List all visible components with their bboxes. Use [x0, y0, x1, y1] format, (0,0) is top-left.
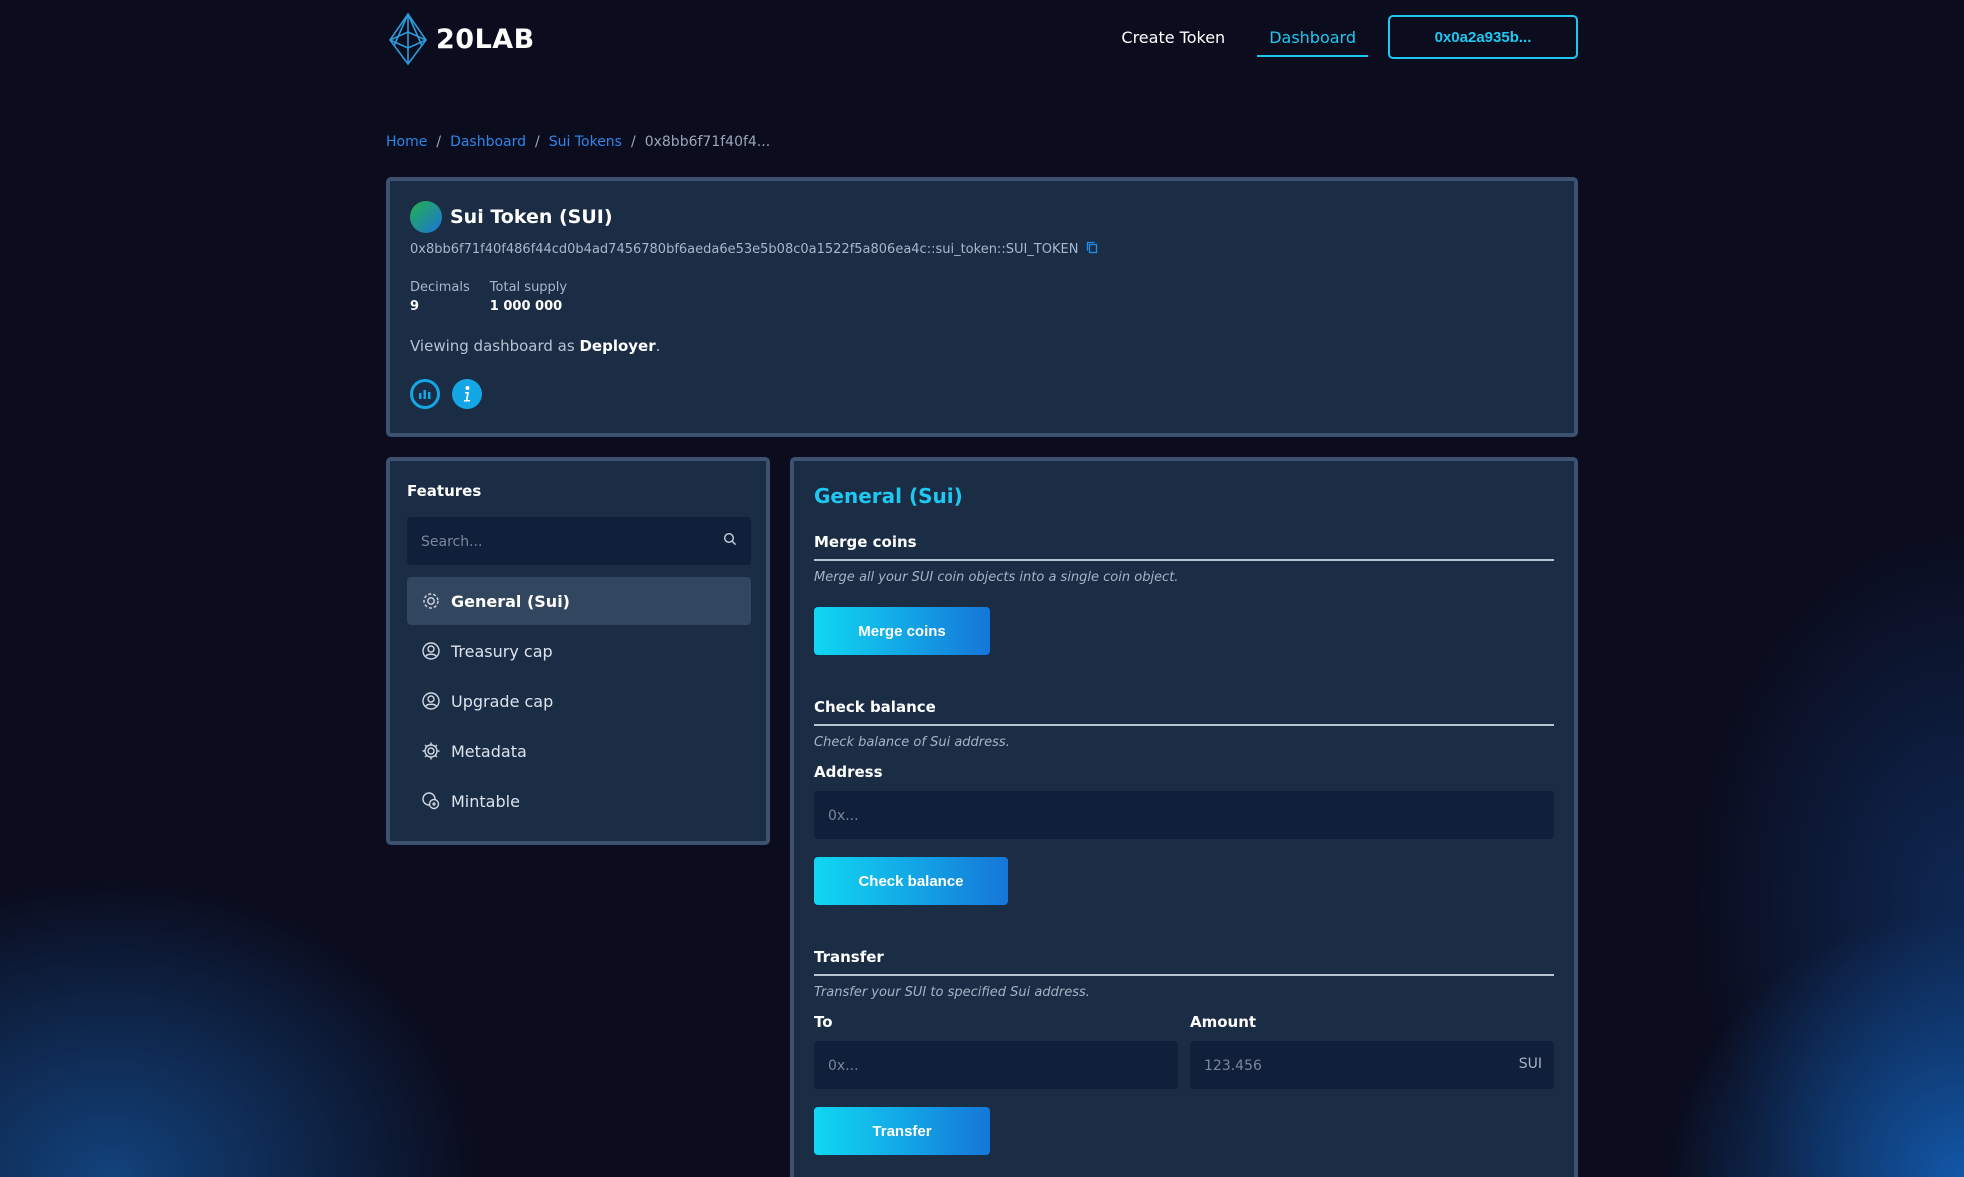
- viewing-suffix: .: [655, 337, 661, 355]
- brand-name: 20LAB: [436, 23, 535, 55]
- viewing-role-text: Viewing dashboard as Deployer.: [410, 337, 660, 355]
- token-address: 0x8bb6f71f40f486f44cd0b4ad7456780bf6aeda…: [410, 242, 1079, 257]
- decimals-stat: Decimals 9: [410, 280, 470, 314]
- page-container: 20LAB Create Token Dashboard 0x0a2a935b.…: [386, 0, 1578, 1177]
- transfer-description: Transfer your SUI to specified Sui addre…: [814, 985, 1090, 1000]
- token-action-icons: [410, 379, 482, 409]
- supply-value: 1 000 000: [489, 299, 563, 314]
- feature-label: Upgrade cap: [451, 691, 554, 711]
- search-icon[interactable]: [723, 532, 737, 546]
- address-field: [814, 791, 1554, 841]
- feature-item-metadata[interactable]: Metadata: [407, 727, 751, 775]
- copy-icon[interactable]: [1086, 241, 1099, 258]
- wallet-address-button[interactable]: 0x0a2a935b...: [1388, 15, 1578, 59]
- check-balance-heading: Check balance: [814, 698, 936, 716]
- token-address-row: 0x8bb6f71f40f486f44cd0b4ad7456780bf6aeda…: [410, 241, 1099, 258]
- gear-icon: [423, 593, 439, 609]
- features-title: Features: [407, 482, 482, 500]
- amount-field: SUI: [1190, 1041, 1554, 1091]
- viewing-prefix: Viewing dashboard as: [410, 337, 580, 355]
- to-field: [814, 1041, 1178, 1091]
- user-circle-icon: [422, 692, 440, 710]
- nav-create-token[interactable]: Create Token: [1109, 18, 1237, 57]
- transfer-heading: Transfer: [814, 948, 884, 966]
- user-circle-icon: [422, 642, 440, 660]
- amount-label: Amount: [1190, 1013, 1257, 1031]
- address-input[interactable]: [826, 791, 1546, 841]
- feature-item-general-sui[interactable]: General (Sui): [407, 577, 751, 625]
- merge-coins-description: Merge all your SUI coin objects into a s…: [814, 570, 1179, 585]
- decimals-label: Decimals: [410, 280, 470, 295]
- token-title: Sui Token (SUI): [450, 206, 613, 228]
- decimals-value: 9: [410, 299, 420, 314]
- amount-input[interactable]: [1202, 1041, 1496, 1091]
- main-nav: Create Token Dashboard 0x0a2a935b...: [1109, 15, 1578, 59]
- merge-coins-heading: Merge coins: [814, 533, 917, 551]
- section-divider: [814, 724, 1554, 726]
- to-address-input[interactable]: [826, 1041, 1170, 1091]
- info-icon[interactable]: [452, 379, 482, 409]
- diamond-logo-icon: [389, 12, 427, 66]
- amount-unit: SUI: [1518, 1056, 1542, 1072]
- feature-label: General (Sui): [451, 591, 570, 611]
- breadcrumb-sui-tokens[interactable]: Sui Tokens: [549, 134, 622, 150]
- panel-title: General (Sui): [814, 484, 963, 508]
- check-balance-button[interactable]: Check balance: [814, 857, 1008, 905]
- token-stats: Decimals 9 Total supply 1 000 000: [410, 280, 567, 314]
- supply-label: Total supply: [489, 280, 568, 295]
- feature-item-mintable[interactable]: Mintable: [407, 777, 751, 825]
- top-header: 20LAB Create Token Dashboard 0x0a2a935b.…: [386, 0, 1578, 78]
- chart-icon[interactable]: [410, 379, 440, 409]
- breadcrumb: Home / Dashboard / Sui Tokens / 0x8bb6f7…: [386, 134, 770, 150]
- gear-icon: [422, 742, 440, 760]
- breadcrumb-current: 0x8bb6f71f40f4...: [644, 134, 771, 150]
- transfer-button[interactable]: Transfer: [814, 1107, 990, 1155]
- search-input[interactable]: [419, 517, 713, 567]
- token-info-card: Sui Token (SUI) 0x8bb6f71f40f486f44cd0b4…: [386, 177, 1578, 437]
- feature-item-treasury-cap[interactable]: Treasury cap: [407, 627, 751, 675]
- features-list: General (Sui) Treasury cap Upgrade cap M…: [407, 577, 751, 827]
- viewer-role: Deployer: [579, 337, 656, 355]
- feature-item-upgrade-cap[interactable]: Upgrade cap: [407, 677, 751, 725]
- address-label: Address: [814, 763, 883, 781]
- feature-label: Metadata: [451, 741, 527, 761]
- nav-dashboard[interactable]: Dashboard: [1257, 18, 1368, 57]
- to-label: To: [814, 1013, 833, 1031]
- section-divider: [814, 974, 1554, 976]
- breadcrumb-separator: /: [630, 134, 636, 150]
- feature-detail-panel: General (Sui) Merge coins Merge all your…: [790, 457, 1578, 1177]
- section-divider: [814, 559, 1554, 561]
- supply-stat: Total supply 1 000 000: [490, 280, 567, 314]
- brand-logo[interactable]: 20LAB: [386, 12, 535, 66]
- breadcrumb-home[interactable]: Home: [386, 134, 427, 150]
- features-panel: Features General (Sui) Treasury cap Upgr…: [386, 457, 770, 845]
- breadcrumb-dashboard[interactable]: Dashboard: [450, 134, 526, 150]
- token-avatar: [410, 201, 442, 233]
- features-search: [407, 517, 751, 567]
- feature-label: Mintable: [451, 791, 520, 811]
- merge-coins-button[interactable]: Merge coins: [814, 607, 990, 655]
- check-balance-description: Check balance of Sui address.: [814, 735, 1010, 750]
- token-header: Sui Token (SUI): [410, 201, 613, 233]
- coin-icon: [422, 792, 440, 810]
- breadcrumb-separator: /: [436, 134, 442, 150]
- breadcrumb-separator: /: [535, 134, 540, 150]
- feature-label: Treasury cap: [451, 641, 553, 661]
